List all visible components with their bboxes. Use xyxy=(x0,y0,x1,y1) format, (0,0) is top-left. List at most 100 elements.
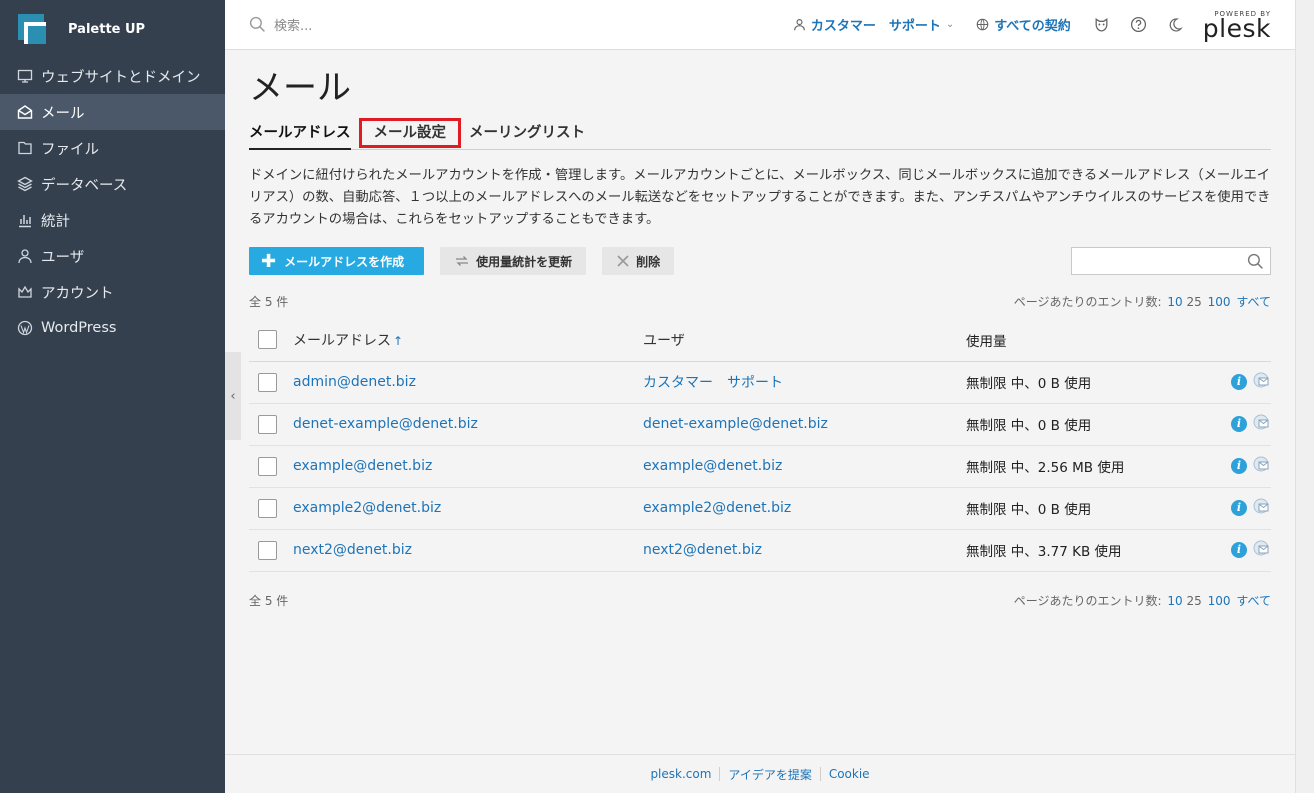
list-toolbar: ✚ メールアドレスを作成 使用量統計を更新 削除 xyxy=(249,247,1271,275)
delete-button[interactable]: 削除 xyxy=(602,247,675,275)
email-link[interactable]: example2@denet.biz xyxy=(293,500,441,516)
list-search-field[interactable] xyxy=(1071,247,1271,275)
brand-logo-icon xyxy=(18,14,46,44)
sidebar-item-databases[interactable]: データベース xyxy=(0,166,225,202)
per-page-label: ページあたりのエントリ数: xyxy=(1013,593,1162,608)
page-title: メール xyxy=(249,68,351,108)
sidebar-item-label: WordPress xyxy=(41,320,117,336)
per-page-100[interactable]: 100 xyxy=(1208,594,1231,608)
select-all-checkbox[interactable] xyxy=(258,330,277,350)
user-link[interactable]: カスタマー サポート xyxy=(643,375,783,391)
info-icon[interactable]: i xyxy=(1231,500,1247,516)
info-icon[interactable]: i xyxy=(1231,374,1247,390)
stats-icon xyxy=(17,212,33,228)
usage-value: 無制限 中、3.77 KB 使用 xyxy=(966,529,1216,572)
per-page-all[interactable]: すべて xyxy=(1236,594,1271,608)
info-icon[interactable]: i xyxy=(1231,542,1247,558)
help-icon[interactable] xyxy=(1130,16,1147,33)
main-content: メール メールアドレス メール設定 メーリングリスト ドメインに紐付けられたメー… xyxy=(249,50,1271,608)
per-page-all[interactable]: すべて xyxy=(1236,295,1271,309)
brand[interactable]: Palette UP xyxy=(0,0,225,58)
dark-mode-icon[interactable] xyxy=(1167,17,1183,33)
list-meta-top: 全 5 件 ページあたりのエントリ数: 10 25 100 すべて xyxy=(249,293,1271,309)
search-icon[interactable] xyxy=(1247,253,1264,270)
row-checkbox[interactable] xyxy=(258,540,277,560)
user-link[interactable]: denet-example@denet.biz xyxy=(643,416,828,432)
footer-link-cookie[interactable]: Cookie xyxy=(821,767,878,781)
globe-icon xyxy=(976,18,989,31)
footer: plesk.com アイデアを提案 Cookie xyxy=(225,754,1295,793)
table-row: next2@denet.biz next2@denet.biz 無制限 中、3.77… xyxy=(249,529,1271,572)
page-scrollbar[interactable] xyxy=(1295,0,1314,793)
brand-name: Palette UP xyxy=(68,21,146,37)
row-checkbox[interactable] xyxy=(258,414,277,434)
monitor-icon xyxy=(17,68,33,84)
user-link[interactable]: example@denet.biz xyxy=(643,458,782,474)
sidebar-item-websites[interactable]: ウェブサイトとドメイン xyxy=(0,58,225,94)
column-email[interactable]: メールアドレス ↑ xyxy=(293,319,643,362)
delete-label: 削除 xyxy=(636,254,661,269)
sidebar-item-label: データベース xyxy=(41,177,128,194)
user-menu[interactable]: カスタマー サポート ⌄ xyxy=(793,15,954,34)
plesk-logo[interactable]: POWERED BY plesk xyxy=(1202,10,1271,43)
create-email-button[interactable]: ✚ メールアドレスを作成 xyxy=(249,247,425,275)
user-link[interactable]: next2@denet.biz xyxy=(643,542,762,558)
info-icon[interactable]: i xyxy=(1231,416,1247,432)
email-link[interactable]: denet-example@denet.biz xyxy=(293,416,478,432)
sidebar-item-users[interactable]: ユーザ xyxy=(0,238,225,274)
webmail-icon[interactable] xyxy=(1253,539,1271,561)
email-link[interactable]: example@denet.biz xyxy=(293,458,432,474)
chevron-down-icon: ⌄ xyxy=(945,19,955,30)
per-page-10[interactable]: 10 xyxy=(1167,295,1182,309)
row-checkbox[interactable] xyxy=(258,456,277,476)
plesk-wordmark: plesk xyxy=(1202,13,1271,43)
chevron-left-icon: ‹ xyxy=(230,388,236,404)
tab-bar: メールアドレス メール設定 メーリングリスト xyxy=(249,118,1271,150)
sidebar-item-label: ユーザ xyxy=(41,249,85,266)
webmail-icon[interactable] xyxy=(1253,413,1271,435)
footer-link-plesk[interactable]: plesk.com xyxy=(642,767,719,781)
tab-mailing-lists[interactable]: メーリングリスト xyxy=(469,123,585,150)
footer-link-ideas[interactable]: アイデアを提案 xyxy=(720,766,819,783)
row-checkbox[interactable] xyxy=(258,498,277,518)
sidebar-item-stats[interactable]: 統計 xyxy=(0,202,225,238)
topbar: 検索... カスタマー サポート ⌄ すべての契約 POWERED BY ple… xyxy=(225,0,1295,50)
plus-icon: ✚ xyxy=(261,250,277,272)
global-search[interactable]: 検索... xyxy=(225,15,785,34)
list-meta-bottom: 全 5 件 ページあたりのエントリ数: 10 25 100 すべて xyxy=(249,592,1271,608)
tab-email-addresses[interactable]: メールアドレス xyxy=(249,123,351,150)
crown-icon xyxy=(17,284,33,300)
sidebar-collapse-handle[interactable]: ‹ xyxy=(225,352,241,440)
tab-mail-settings[interactable]: メール設定 xyxy=(358,118,461,148)
list-search-input[interactable] xyxy=(1072,248,1242,274)
column-usage: 使用量 xyxy=(966,319,1216,362)
user-link[interactable]: example2@denet.biz xyxy=(643,500,791,516)
subscriptions-label: すべての契約 xyxy=(994,19,1071,34)
webmail-icon[interactable] xyxy=(1253,371,1271,393)
refresh-icon xyxy=(456,256,469,266)
refresh-usage-button[interactable]: 使用量統計を更新 xyxy=(440,247,587,275)
per-page-100[interactable]: 100 xyxy=(1208,295,1231,309)
email-link[interactable]: next2@denet.biz xyxy=(293,542,412,558)
webmail-icon[interactable] xyxy=(1253,455,1271,477)
info-icon[interactable]: i xyxy=(1231,458,1247,474)
email-link[interactable]: admin@denet.biz xyxy=(293,374,416,390)
sidebar-item-label: ファイル xyxy=(41,141,99,158)
sidebar-item-mail[interactable]: メール xyxy=(0,94,225,130)
per-page-25: 25 xyxy=(1186,295,1202,309)
row-checkbox[interactable] xyxy=(258,372,277,392)
per-page-label: ページあたりのエントリ数: xyxy=(1013,295,1162,309)
subscriptions-link[interactable]: すべての契約 xyxy=(976,15,1071,34)
usage-value: 無制限 中、2.56 MB 使用 xyxy=(966,445,1216,488)
sidebar-item-account[interactable]: アカウント xyxy=(0,274,225,310)
sidebar-item-wordpress[interactable]: WordPress xyxy=(0,310,225,346)
webmail-icon[interactable] xyxy=(1253,497,1271,519)
sidebar-item-files[interactable]: ファイル xyxy=(0,130,225,166)
sidebar-item-label: アカウント xyxy=(41,285,114,302)
total-count: 全 5 件 xyxy=(249,593,289,608)
per-page-10[interactable]: 10 xyxy=(1167,594,1182,608)
user-menu-label: カスタマー サポート xyxy=(810,19,941,34)
sidebar-item-label: 統計 xyxy=(41,213,70,230)
global-search-placeholder: 検索... xyxy=(274,19,313,34)
feedback-icon[interactable] xyxy=(1093,16,1110,33)
